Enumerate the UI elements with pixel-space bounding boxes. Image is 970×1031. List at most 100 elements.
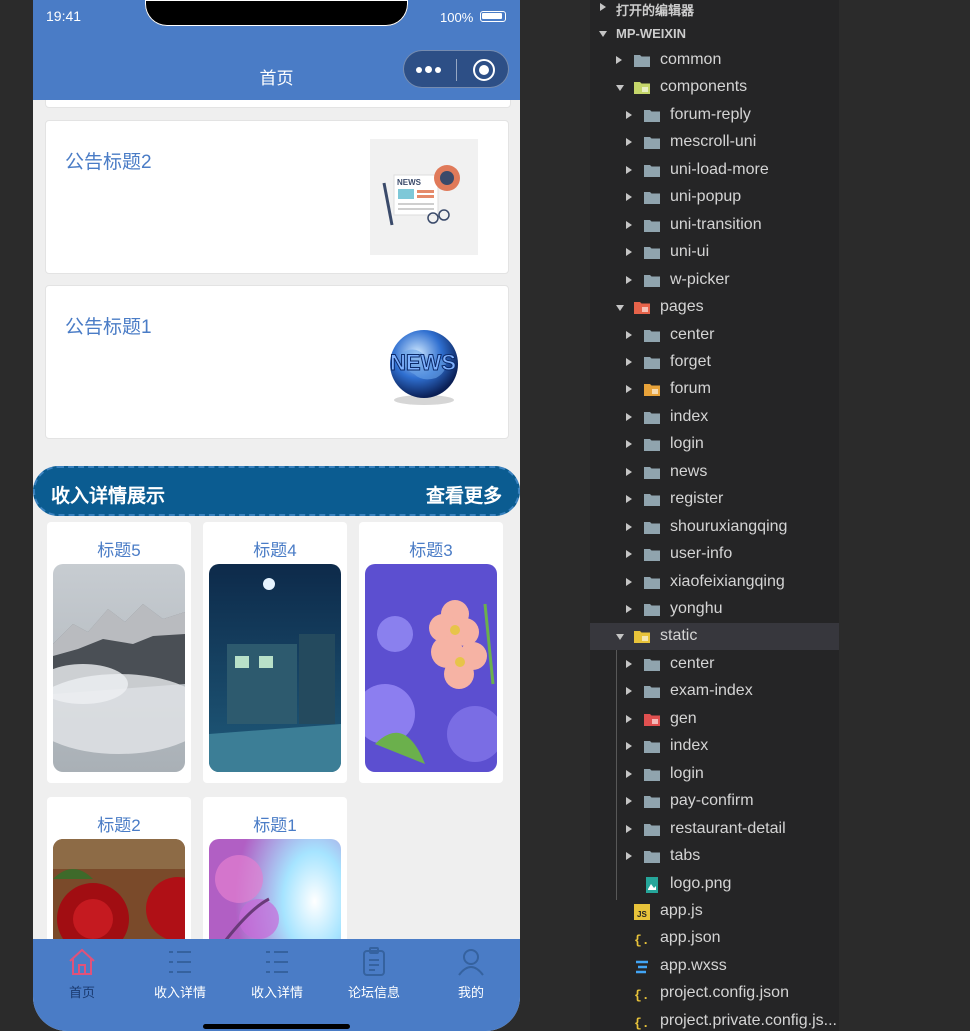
chevron-down-icon[interactable]	[616, 85, 624, 92]
tree-file[interactable]: app.wxss	[590, 953, 839, 980]
chevron-right-icon[interactable]	[616, 56, 622, 64]
tree-folder[interactable]: shouruxiangqing	[590, 514, 839, 541]
tree-file[interactable]: {..} app.json	[590, 925, 839, 952]
close-icon[interactable]	[473, 59, 495, 81]
chevron-right-icon[interactable]	[626, 852, 632, 861]
notice-card-partial[interactable]	[45, 100, 511, 108]
tree-folder[interactable]: mescroll-uni	[590, 129, 839, 156]
tree-folder[interactable]: yonghu	[590, 596, 839, 623]
tree-folder[interactable]: uni-transition	[590, 212, 839, 239]
chevron-right-icon[interactable]	[626, 605, 632, 613]
chevron-right-icon[interactable]	[626, 797, 632, 806]
chevron-right-icon[interactable]	[626, 467, 632, 476]
chevron-right-icon[interactable]	[626, 714, 632, 723]
chevron-right-icon[interactable]	[626, 110, 632, 119]
chevron-right-icon[interactable]	[626, 659, 632, 668]
gallery-card[interactable]: 标题5	[47, 522, 191, 783]
chevron-right-icon[interactable]	[626, 193, 632, 202]
chevron-right-icon[interactable]	[626, 138, 632, 147]
tree-folder[interactable]: gen	[590, 706, 839, 733]
folder-icon	[644, 190, 660, 205]
chevron-right-icon[interactable]	[626, 550, 632, 559]
tree-folder[interactable]: login	[590, 761, 839, 788]
clipboard-icon	[363, 947, 385, 976]
gallery-card[interactable]: 标题2	[47, 797, 191, 939]
tree-file[interactable]: {..} project.private.config.js...	[590, 1008, 839, 1031]
tree-folder[interactable]: forget	[590, 349, 839, 376]
folder-icon	[644, 712, 660, 726]
tree-folder[interactable]: xiaofeixiangqing	[590, 569, 839, 596]
folder-icon	[644, 163, 660, 177]
tree-folder[interactable]: components	[590, 74, 839, 101]
tab-income-detail-2[interactable]: 收入详情	[228, 939, 326, 1009]
chevron-right-icon[interactable]	[626, 440, 632, 449]
tree-folder[interactable]: login	[590, 431, 839, 458]
tree-folder[interactable]: center	[590, 651, 839, 678]
chevron-right-icon[interactable]	[626, 330, 632, 339]
tree-folder[interactable]: uni-ui	[590, 239, 839, 266]
tree-item-label: project.config.json	[660, 984, 789, 1002]
more-icon[interactable]	[416, 59, 446, 79]
tree-folder[interactable]: exam-index	[590, 678, 839, 705]
tree-folder[interactable]: tabs	[590, 843, 839, 870]
chevron-right-icon[interactable]	[626, 522, 632, 531]
chevron-right-icon[interactable]	[626, 248, 632, 257]
tree-folder[interactable]: w-picker	[590, 267, 839, 294]
tree-file[interactable]: {..} project.config.json	[590, 980, 839, 1007]
folder-icon	[644, 602, 660, 616]
tree-item-label: uni-load-more	[670, 160, 769, 178]
gallery-card[interactable]: 标题4	[203, 522, 347, 783]
tree-file[interactable]: logo.png	[590, 871, 839, 898]
json-file-icon: {..}	[634, 931, 665, 948]
folder-icon	[644, 547, 660, 562]
tree-folder[interactable]: register	[590, 486, 839, 513]
chevron-right-icon[interactable]	[626, 220, 632, 229]
tree-folder[interactable]: user-info	[590, 541, 839, 568]
chevron-right-icon[interactable]	[626, 385, 632, 394]
tab-home[interactable]: 首页	[33, 939, 131, 1009]
tree-folder[interactable]: center	[590, 322, 839, 349]
tab-income-detail[interactable]: 收入详情	[131, 939, 229, 1009]
tree-folder[interactable]: common	[590, 47, 839, 74]
tree-folder[interactable]: news	[590, 459, 839, 486]
open-editors-section[interactable]: 打开的编辑器	[590, 0, 839, 21]
chevron-right-icon[interactable]	[626, 165, 632, 174]
image-file-icon	[644, 876, 660, 893]
file-explorer: 打开的编辑器 MP-WEIXIN common components forum-r…	[590, 0, 839, 1031]
tree-folder[interactable]: restaurant-detail	[590, 816, 839, 843]
notice-title: 公告标题1	[65, 317, 152, 338]
tree-folder[interactable]: uni-load-more	[590, 157, 839, 184]
folder-icon	[644, 273, 660, 287]
chevron-right-icon[interactable]	[626, 275, 632, 284]
tab-mine[interactable]: 我的	[422, 939, 520, 1009]
tree-folder[interactable]: static	[590, 623, 839, 651]
gallery-card[interactable]: 标题1	[203, 797, 347, 939]
chevron-right-icon[interactable]	[626, 824, 632, 833]
tree-folder[interactable]: pay-confirm	[590, 788, 839, 815]
tree-item-label: restaurant-detail	[670, 819, 786, 837]
gallery-card[interactable]: 标题3	[359, 522, 503, 783]
chevron-right-icon[interactable]	[626, 769, 632, 778]
tree-folder[interactable]: index	[590, 404, 839, 431]
chevron-right-icon[interactable]	[626, 687, 632, 696]
tab-forum[interactable]: 论坛信息	[325, 939, 423, 1009]
chevron-right-icon[interactable]	[626, 495, 632, 504]
tree-folder[interactable]: forum-reply	[590, 102, 839, 129]
notice-card[interactable]: 公告标题1 NEWS	[45, 285, 509, 439]
json-file-icon: {..}	[634, 986, 665, 1003]
tree-file[interactable]: JS app.js	[590, 898, 839, 925]
chevron-down-icon[interactable]	[616, 634, 624, 641]
project-section[interactable]: MP-WEIXIN	[590, 20, 839, 47]
view-more-link[interactable]: 查看更多	[426, 481, 502, 508]
tree-folder[interactable]: uni-popup	[590, 184, 839, 211]
tree-item-label: yonghu	[670, 600, 723, 617]
tree-folder[interactable]: index	[590, 733, 839, 760]
chevron-down-icon[interactable]	[616, 305, 624, 312]
chevron-right-icon[interactable]	[626, 742, 632, 751]
tree-folder[interactable]: pages	[590, 294, 839, 321]
notice-card[interactable]: 公告标题2 NEWS	[45, 120, 509, 274]
chevron-right-icon[interactable]	[626, 357, 632, 366]
chevron-right-icon[interactable]	[626, 412, 632, 421]
chevron-right-icon[interactable]	[626, 577, 632, 586]
tree-folder[interactable]: forum	[590, 376, 839, 403]
